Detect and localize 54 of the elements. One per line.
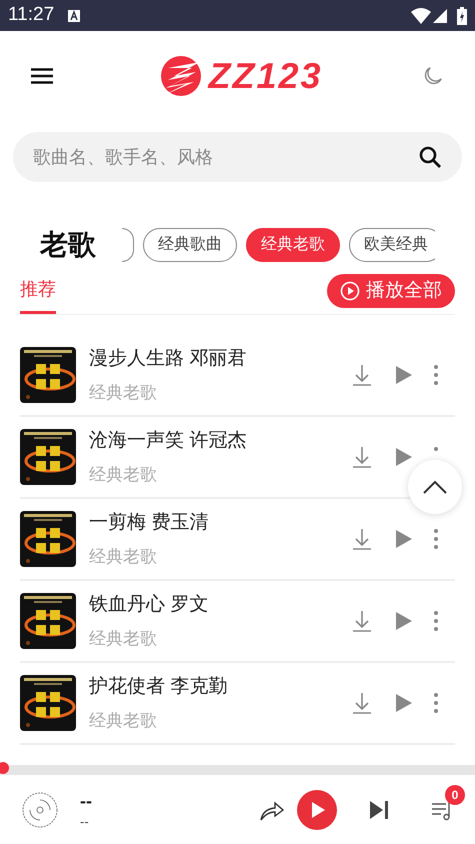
next-icon[interactable] <box>369 800 389 820</box>
download-icon[interactable] <box>352 528 372 550</box>
download-icon[interactable] <box>352 446 372 468</box>
play-all-button[interactable]: 播放全部 <box>327 274 455 308</box>
more-icon[interactable] <box>434 529 438 549</box>
category-title: 老歌 <box>40 228 97 262</box>
more-icon[interactable] <box>434 447 438 451</box>
more-icon[interactable] <box>434 611 438 631</box>
logo-text: ZZ123 <box>208 58 323 94</box>
play-icon[interactable] <box>396 612 412 630</box>
song-subtitle: 经典老歌 <box>89 464 158 486</box>
play-button-icon[interactable] <box>297 790 337 830</box>
play-icon[interactable] <box>396 366 412 384</box>
signal-icon <box>433 8 447 22</box>
more-icon[interactable] <box>434 693 438 713</box>
play-icon[interactable] <box>396 448 412 466</box>
song-subtitle: 经典老歌 <box>89 382 158 404</box>
category-chip[interactable]: 经典歌曲 <box>143 228 237 262</box>
song-subtitle: 经典老歌 <box>89 710 158 732</box>
song-title[interactable]: 铁血丹心 罗文 <box>89 591 352 620</box>
song-title[interactable]: 护花使者 李克勤 <box>89 673 352 702</box>
progress-track[interactable] <box>0 765 475 775</box>
song-title[interactable]: 一剪梅 费玉清 <box>89 509 352 538</box>
tab[interactable]: 推荐 <box>20 276 56 314</box>
clock: 11:27 <box>8 3 54 28</box>
play-icon[interactable] <box>396 694 412 712</box>
play-icon[interactable] <box>396 530 412 548</box>
song-subtitle: 经典老歌 <box>89 546 158 568</box>
progress-thumb[interactable] <box>0 762 9 774</box>
play-circle-icon <box>340 281 360 301</box>
category-chip[interactable]: 欧美经典 <box>349 228 435 262</box>
more-icon[interactable] <box>434 365 438 385</box>
search-field[interactable]: 歌曲名、歌手名、风格 <box>33 144 418 170</box>
song-subtitle: 经典老歌 <box>89 628 158 650</box>
moon-icon[interactable] <box>422 64 444 86</box>
song-title[interactable]: 沧海一声笑 许冠杰 <box>89 427 352 456</box>
song-title[interactable]: 漫步人生路 邓丽君 <box>89 345 352 374</box>
download-icon[interactable] <box>352 364 372 386</box>
track-artist: -- <box>80 812 90 830</box>
disc-icon <box>22 792 58 828</box>
download-icon[interactable] <box>352 692 372 714</box>
queue-badge: 0 <box>445 784 465 804</box>
search-icon[interactable] <box>418 145 442 169</box>
wifi-icon <box>411 8 431 24</box>
search-bar[interactable]: 歌曲名、歌手名、风格 <box>13 132 462 182</box>
download-icon[interactable] <box>352 610 372 632</box>
chevron-up-icon <box>423 480 447 494</box>
scroll-top-button[interactable] <box>408 460 462 514</box>
track-title: -- <box>80 790 92 812</box>
battery-icon <box>457 6 467 24</box>
category-chip[interactable]: 经典老歌 <box>246 228 340 262</box>
chip-edge <box>122 228 134 262</box>
keyboard-icon <box>68 10 80 22</box>
menu-icon[interactable] <box>31 68 53 84</box>
